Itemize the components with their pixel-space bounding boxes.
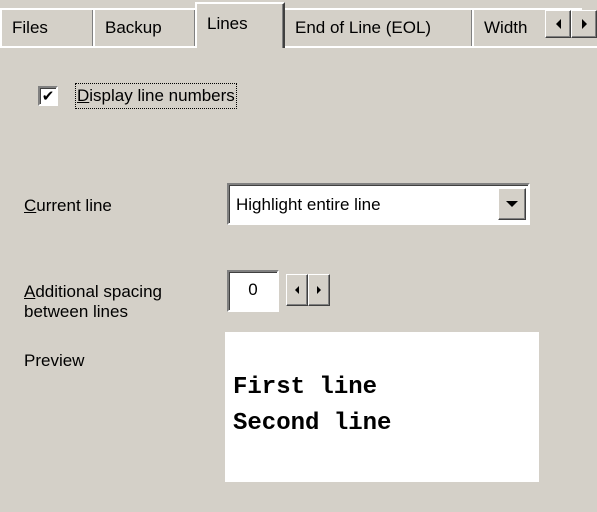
tab-scroll-buttons (545, 10, 597, 38)
preview-line-first: First line (233, 374, 378, 401)
current-line-value: Highlight entire line (236, 195, 381, 214)
current-line-label: Current line (24, 196, 112, 216)
mnemonic-a: A (24, 282, 36, 301)
display-line-numbers-row[interactable]: ✔ Display line numbers (38, 83, 237, 109)
preview-label: Preview (24, 351, 85, 370)
arrow-left-icon (555, 19, 561, 29)
chevron-down-icon (506, 201, 518, 207)
tab-scroll-left-button[interactable] (545, 10, 571, 38)
display-line-numbers-checkbox[interactable]: ✔ (38, 86, 58, 106)
tab-end-of-line[interactable]: End of Line (EOL) (283, 8, 474, 46)
tab-backup[interactable]: Backup (93, 8, 197, 46)
arrow-left-icon (295, 286, 299, 294)
arrow-right-icon (317, 286, 321, 294)
display-line-numbers-label[interactable]: Display line numbers (75, 83, 237, 109)
label-text: urrent line (36, 196, 112, 215)
current-line-select[interactable]: Highlight entire line (227, 183, 530, 225)
spacing-label-line1: Additional spacing (24, 282, 162, 302)
tab-strip: Files Backup End of Line (EOL) Width Lin… (0, 0, 597, 48)
checkmark-icon: ✔ (41, 86, 55, 105)
tab-page-edge (0, 46, 597, 48)
spacing-increment-button[interactable] (308, 274, 330, 306)
options-page: Files Backup End of Line (EOL) Width Lin… (0, 0, 597, 512)
tab-files[interactable]: Files (0, 8, 95, 46)
spacing-label-line2: between lines (24, 302, 128, 321)
additional-spacing-label: Additional spacing between lines (24, 282, 162, 322)
label-text: dditional spacing (35, 282, 162, 301)
mnemonic-c: C (24, 196, 37, 215)
spacing-input[interactable]: 0 (227, 270, 279, 312)
label-text: isplay line numbers (89, 86, 235, 105)
mnemonic-d: D (77, 86, 90, 105)
preview-box: First line Second line (225, 332, 539, 482)
preview-line-second: Second line (233, 410, 392, 437)
tab-scroll-right-button[interactable] (571, 10, 597, 38)
arrow-right-icon (581, 19, 587, 29)
spacing-spinner (286, 274, 330, 306)
tab-lines[interactable]: Lines (195, 2, 285, 48)
current-line-dropdown-button[interactable] (498, 188, 526, 220)
spacing-decrement-button[interactable] (286, 274, 308, 306)
